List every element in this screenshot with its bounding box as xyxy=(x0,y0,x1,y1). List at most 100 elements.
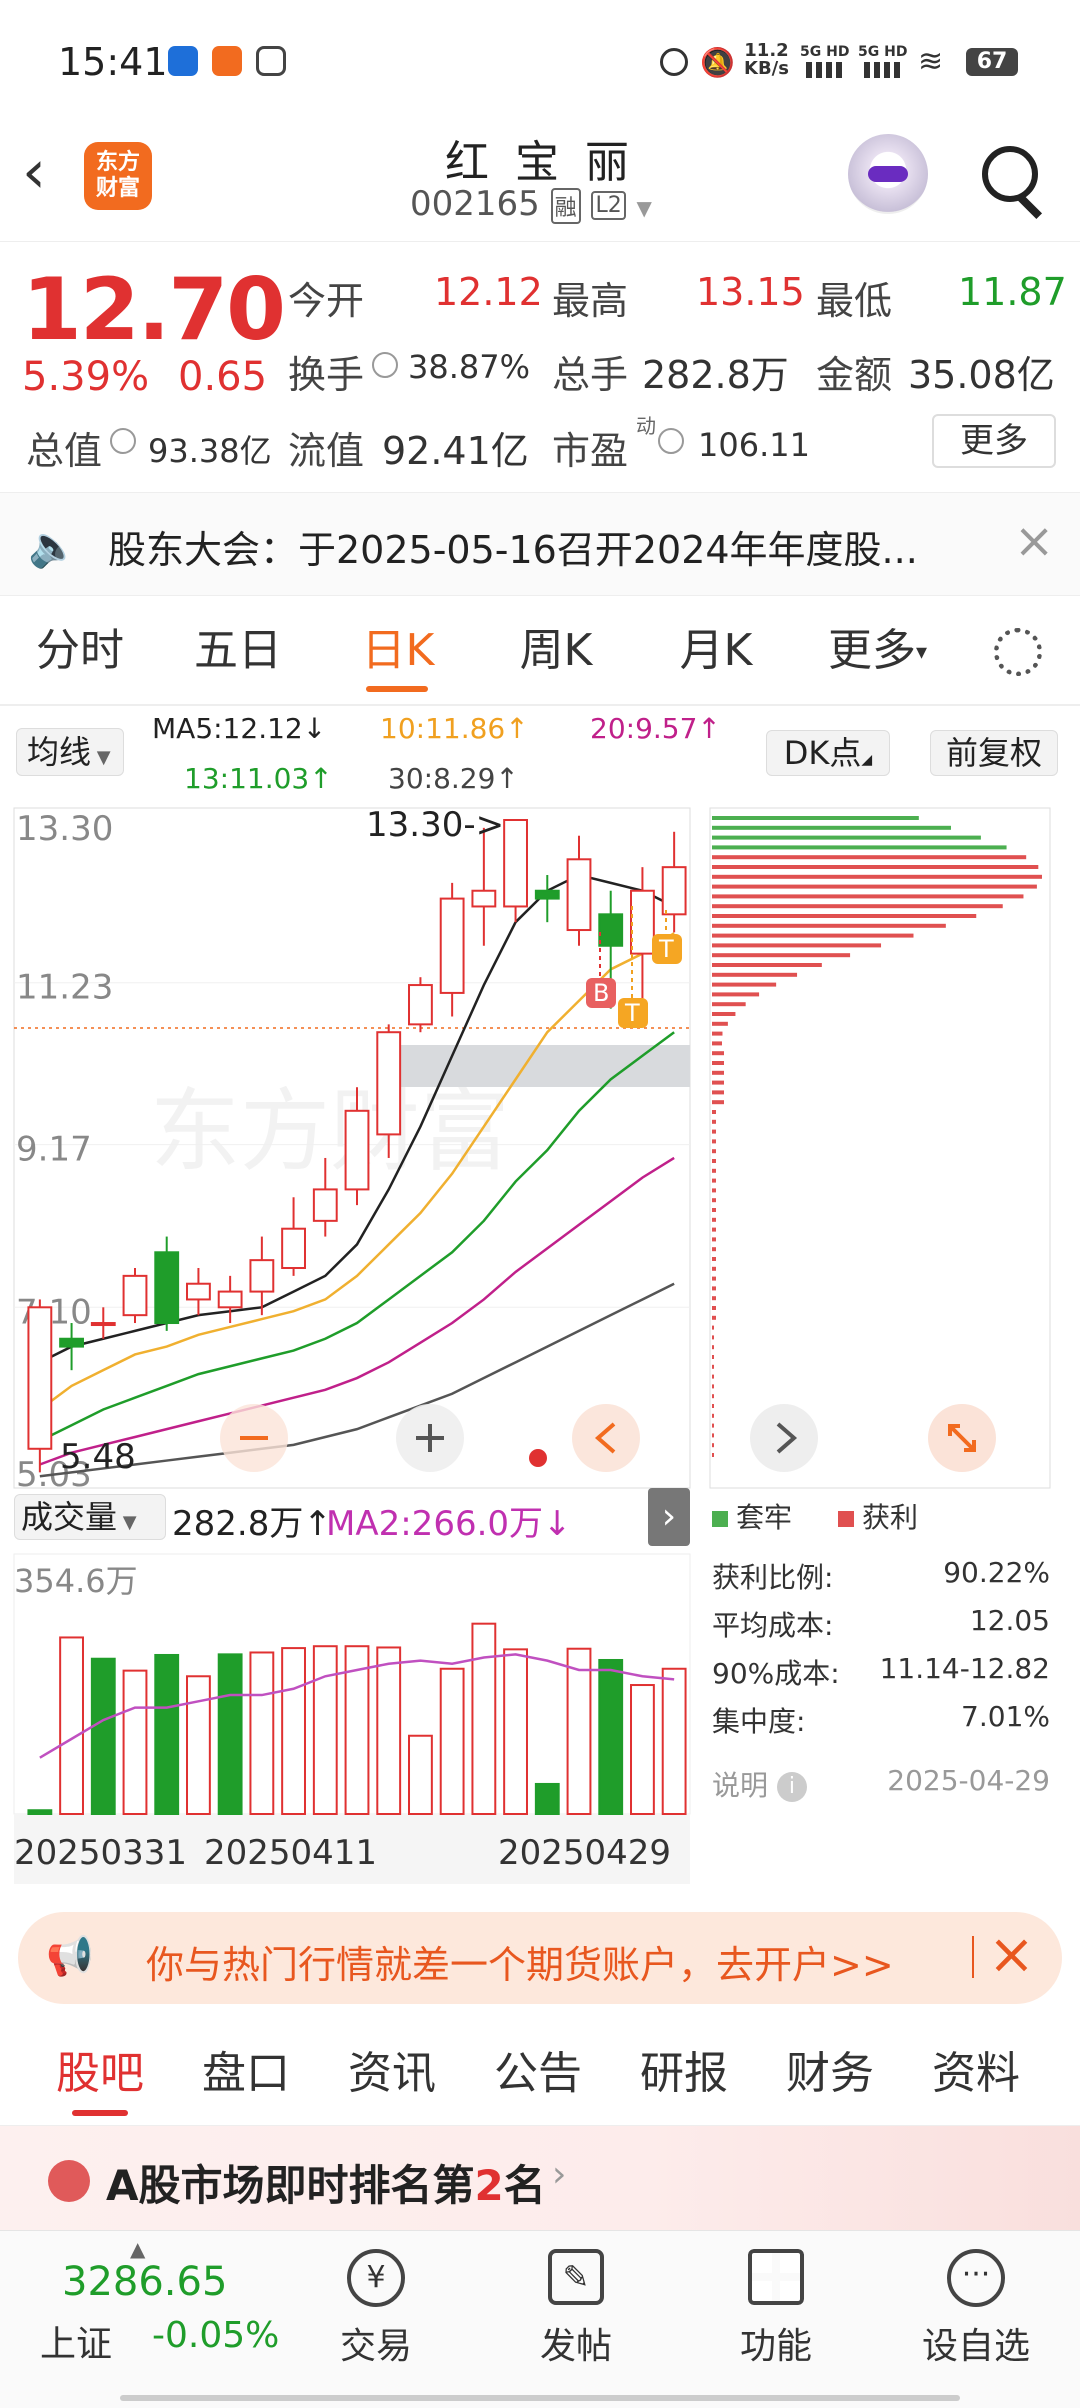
status-bar: 15:41 🔕 11.2 KB/s 5G HD 5G HD ≋ 67 xyxy=(0,0,1080,120)
tab-caiwu[interactable]: 财务 xyxy=(770,2022,890,2126)
eastmoney-logo[interactable]: 东方 财富 xyxy=(84,142,152,210)
signal-label: 5G HD xyxy=(858,44,908,60)
volume-bar xyxy=(471,1622,497,1816)
tab-more[interactable]: 更多▾ xyxy=(828,596,958,706)
kline-chart-area: 均线 ▼ MA5:12.12↓ 10:11.86↑ 20:9.57↑ 13:11… xyxy=(0,706,1080,1890)
chip-bar xyxy=(712,1002,746,1007)
fuquan-button[interactable]: 前复权 xyxy=(930,730,1058,776)
tab-wuri[interactable]: 五日 xyxy=(178,596,298,706)
nav-function[interactable]: 功能 xyxy=(706,2231,846,2369)
candle-body xyxy=(376,1031,402,1136)
zoom-in-button[interactable] xyxy=(396,1404,464,1472)
cost-stats: 获利比例: 90.22% 平均成本: 12.05 90%成本: 11.14-12.82… xyxy=(712,1556,1050,1812)
info-icon[interactable]: i xyxy=(776,1772,807,1802)
candle-body xyxy=(27,1306,53,1450)
info-icon[interactable] xyxy=(110,428,136,454)
search-icon-handle xyxy=(1017,194,1043,220)
high-marker: 13.30-> xyxy=(366,805,504,845)
tab-gonggao[interactable]: 公告 xyxy=(478,2022,598,2126)
speaker-icon: 🔈 xyxy=(28,524,78,570)
open-label: 今开 xyxy=(288,279,365,323)
volume-bar xyxy=(534,1782,560,1815)
info-icon[interactable] xyxy=(372,352,398,378)
chip-bar xyxy=(712,1110,716,1114)
scroll-right-button[interactable] xyxy=(750,1404,818,1472)
period-tabs: 分时 五日 日K 周K 月K 更多▾ xyxy=(0,596,1080,706)
battery-icon: 67 xyxy=(966,48,1018,76)
volume-bar xyxy=(408,1734,433,1815)
float-label: 流值 xyxy=(288,429,365,473)
badge-b[interactable]: B xyxy=(586,978,616,1008)
current-price: 12.70 xyxy=(22,260,286,360)
candle xyxy=(27,1299,53,1473)
volume-bar xyxy=(154,1653,180,1815)
stock-header: ‹ 东方 财富 红 宝 丽 002165 融 L2 ▼ xyxy=(0,120,1080,242)
dk-point-button[interactable]: DK点◢ xyxy=(766,730,890,776)
candle-body xyxy=(661,866,687,916)
tab-weekk[interactable]: 周K xyxy=(496,596,616,706)
home-indicator xyxy=(120,2395,960,2401)
close-icon[interactable]: × xyxy=(988,1922,1035,1987)
volume-selector[interactable]: 成交量 ▼ xyxy=(14,1494,166,1540)
futures-promo-banner[interactable]: 📢 你与热门行情就差一个期货账户，去开户>> × xyxy=(18,1912,1062,2004)
chip-bar xyxy=(712,835,981,840)
tab-pankou[interactable]: 盘口 xyxy=(186,2022,306,2126)
volume-bar xyxy=(27,1809,53,1815)
more-dots-icon: ··· xyxy=(947,2249,1005,2307)
ma-selector[interactable]: 均线 ▼ xyxy=(16,728,124,776)
tab-ziliao[interactable]: 资料 xyxy=(916,2022,1036,2126)
note-label[interactable]: 说明 xyxy=(712,1769,768,1802)
candle-body xyxy=(90,1322,116,1327)
rank-chart-icon xyxy=(48,2160,90,2202)
stock-name: 红 宝 丽 xyxy=(445,137,635,188)
chip-bar xyxy=(712,1100,724,1105)
ma30-label: 30:8.29↑ xyxy=(388,762,519,795)
market-rank-banner[interactable]: A股市场即时排名第2名 › xyxy=(0,2126,1080,2230)
high-value: 13.15 xyxy=(696,270,805,314)
badge-t[interactable]: T xyxy=(618,998,648,1028)
active-tab-indicator xyxy=(366,686,428,692)
fullscreen-button[interactable] xyxy=(928,1404,996,1472)
tab-fenshi[interactable]: 分时 xyxy=(20,596,140,706)
zoom-out-button[interactable] xyxy=(220,1404,288,1472)
stock-code-row[interactable]: 002165 融 L2 ▼ xyxy=(410,184,680,224)
nav-add-watchlist[interactable]: ··· 设自选 xyxy=(906,2231,1046,2369)
close-icon[interactable]: × xyxy=(1014,513,1054,569)
chip-bar xyxy=(712,1080,724,1085)
volume-bar xyxy=(503,1648,528,1815)
cost-row: 平均成本: 12.05 xyxy=(712,1604,1050,1642)
back-arrow-icon[interactable]: ‹ xyxy=(22,142,46,202)
expand-panel-button[interactable]: › xyxy=(648,1488,690,1546)
mktcap-value: 93.38亿 xyxy=(148,432,272,470)
chip-bar xyxy=(712,1237,716,1242)
tab-yanbao[interactable]: 研报 xyxy=(624,2022,744,2126)
notice-bar[interactable]: 🔈 股东大会：于2025-05-16召开2024年年度股... × xyxy=(0,492,1080,596)
nav-trade[interactable]: ¥ 交易 xyxy=(306,2231,446,2369)
badge-t[interactable]: T xyxy=(652,934,682,964)
index-value[interactable]: 3286.65 xyxy=(62,2259,227,2305)
stock-code: 002165 xyxy=(410,184,540,224)
nav-post[interactable]: ✎ 发帖 xyxy=(506,2231,646,2369)
rank-text: A股市场即时排名第2名 xyxy=(106,2161,546,2210)
volume-bar xyxy=(281,1647,306,1815)
chip-bar xyxy=(712,1188,716,1193)
info-icon[interactable] xyxy=(658,428,684,454)
rong-badge: 融 xyxy=(550,187,581,224)
y-axis-label: 11.23 xyxy=(16,968,113,1008)
tab-zixun[interactable]: 资讯 xyxy=(332,2022,452,2126)
chip-bar xyxy=(712,1178,716,1183)
more-button[interactable]: 更多 xyxy=(932,414,1056,468)
volume-bar xyxy=(376,1646,402,1815)
chip-bar xyxy=(712,1374,714,1379)
candle-body xyxy=(154,1251,180,1325)
search-icon[interactable] xyxy=(982,146,1038,202)
bottom-navigation: ▲ 3286.65 上证 -0.05% ¥ 交易 ✎ 发帖 功能 ··· 设自选 xyxy=(0,2230,1080,2408)
scroll-left-button[interactable] xyxy=(572,1404,640,1472)
tab-monthk[interactable]: 月K xyxy=(656,596,776,706)
robot-assistant-icon[interactable] xyxy=(848,134,928,214)
chip-bar xyxy=(712,884,1037,889)
low-label: 最低 xyxy=(816,279,893,323)
candle-body xyxy=(59,1337,84,1348)
chip-bar xyxy=(712,1149,716,1154)
settings-gear-icon[interactable] xyxy=(994,628,1042,676)
